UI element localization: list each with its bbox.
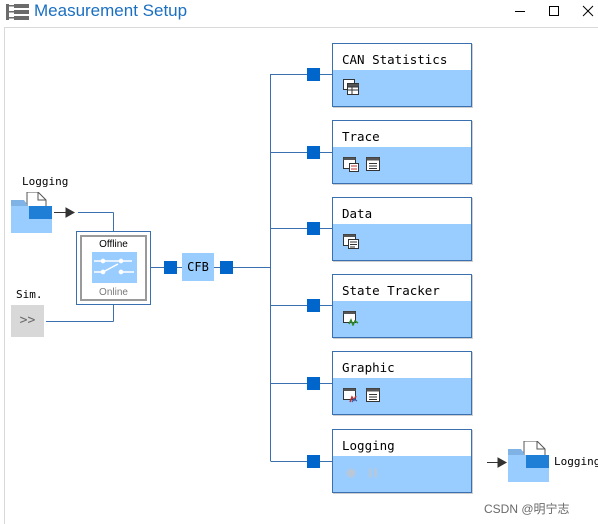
- block-graphic[interactable]: Graphic: [332, 351, 472, 415]
- output-logging-label: Logging: [554, 455, 598, 468]
- connector-cfb-out[interactable]: [220, 261, 233, 274]
- graphic-window-icon[interactable]: [343, 387, 359, 403]
- close-button[interactable]: [570, 0, 598, 22]
- block-config-bar: [333, 147, 471, 183]
- block-config-bar: [333, 456, 471, 492]
- block-data[interactable]: Data: [332, 197, 472, 261]
- watermark: CSDN @明宁志: [484, 502, 570, 516]
- block-label: Graphic: [342, 360, 395, 375]
- block-state-tracker[interactable]: State Tracker: [332, 274, 472, 338]
- config-list-icon[interactable]: [365, 387, 381, 403]
- pause-icon[interactable]: [365, 465, 381, 481]
- close-icon: [582, 5, 594, 17]
- connector-data[interactable]: [307, 222, 320, 235]
- maximize-button[interactable]: [536, 0, 572, 22]
- block-logging[interactable]: Logging: [332, 429, 472, 493]
- sim-label: Sim.: [16, 288, 43, 301]
- minimize-icon: [515, 11, 525, 12]
- sim-button[interactable]: >>: [11, 305, 44, 337]
- block-config-bar: [333, 301, 471, 337]
- switch-toggle-icon[interactable]: [92, 252, 137, 283]
- connector-trace[interactable]: [307, 146, 320, 159]
- connector-graphic[interactable]: [307, 377, 320, 390]
- title-bar: Measurement Setup: [0, 0, 598, 24]
- connector-can-statistics[interactable]: [307, 68, 320, 81]
- record-icon[interactable]: [343, 465, 359, 481]
- logging-file-icon[interactable]: [10, 192, 54, 234]
- block-config-bar: [333, 224, 471, 260]
- state-tracker-icon[interactable]: [343, 310, 359, 326]
- measurement-setup-icon: [6, 4, 29, 20]
- data-window-icon[interactable]: [343, 233, 359, 249]
- source-logging-label: Logging: [22, 175, 69, 188]
- block-label: CAN Statistics: [342, 52, 448, 67]
- statistics-table-icon[interactable]: [343, 79, 359, 95]
- block-trace[interactable]: Trace: [332, 120, 472, 184]
- connector-logging[interactable]: [307, 455, 320, 468]
- minimize-button[interactable]: [502, 0, 538, 22]
- window-title: Measurement Setup: [34, 1, 188, 20]
- connector-switch-out[interactable]: [164, 261, 177, 274]
- maximize-icon: [549, 6, 559, 16]
- offline-online-switch[interactable]: Offline Online: [76, 231, 151, 305]
- online-label: Online: [99, 287, 128, 298]
- switch-frame: Offline Online: [80, 235, 147, 301]
- block-label: Logging: [342, 438, 395, 453]
- block-label: Trace: [342, 129, 380, 144]
- block-label: Data: [342, 206, 373, 221]
- block-config-bar: [333, 70, 471, 106]
- cfb-block[interactable]: CFB: [182, 253, 214, 281]
- output-logging-file-icon[interactable]: [507, 441, 551, 483]
- connector-state-tracker[interactable]: [307, 299, 320, 312]
- trace-window-icon[interactable]: [343, 156, 359, 172]
- block-config-bar: [333, 378, 471, 414]
- block-label: State Tracker: [342, 283, 440, 298]
- offline-label: Offline: [99, 239, 128, 250]
- block-can-statistics[interactable]: CAN Statistics: [332, 43, 472, 107]
- config-list-icon[interactable]: [365, 156, 381, 172]
